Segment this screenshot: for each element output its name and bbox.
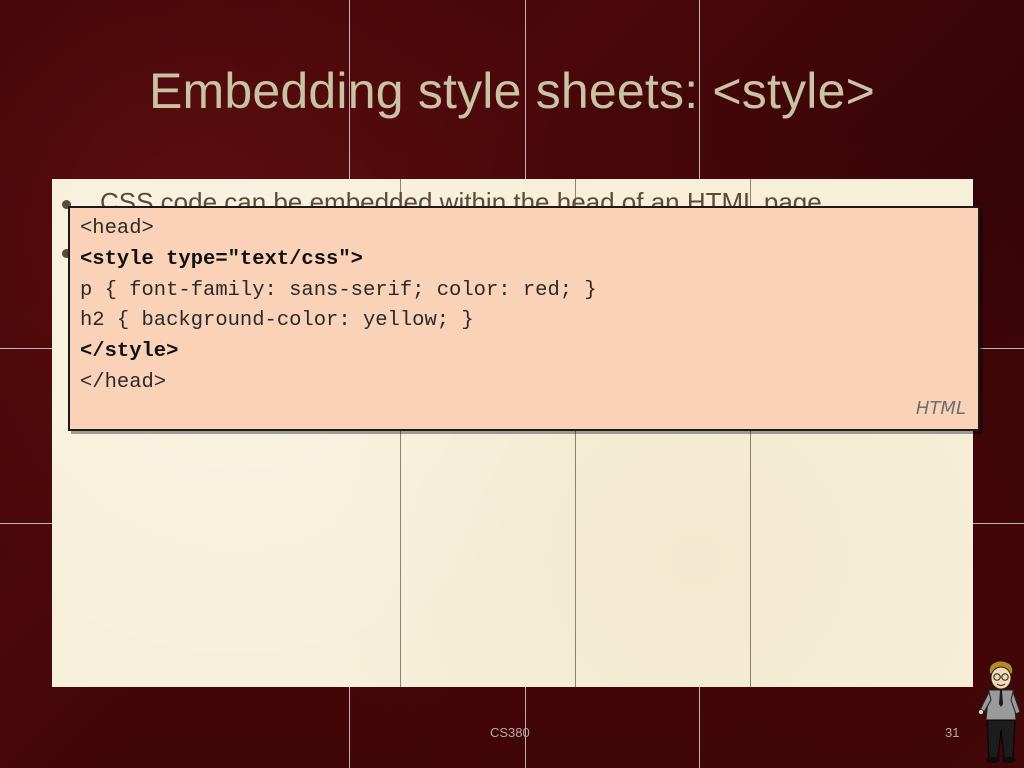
code-line: h2 { background-color: yellow; }	[80, 309, 474, 333]
code-line: <head>	[80, 217, 154, 240]
code-language-label: HTML	[915, 398, 966, 419]
code-line: </head>	[80, 370, 167, 394]
cartoon-teacher-icon	[978, 660, 1021, 763]
code-line: </style>	[80, 340, 179, 364]
slide-title: Embedding style sheets: <style>	[148, 63, 876, 119]
footer-course-label: CS380	[490, 725, 530, 740]
code-line: <style type="text/css">	[80, 247, 363, 271]
slide-number: 31	[945, 725, 960, 740]
code-example-box: <head> <style type="text/css"> p { font-…	[68, 206, 980, 431]
code-line: p { font-family: sans-serif; color: red;…	[80, 278, 597, 302]
